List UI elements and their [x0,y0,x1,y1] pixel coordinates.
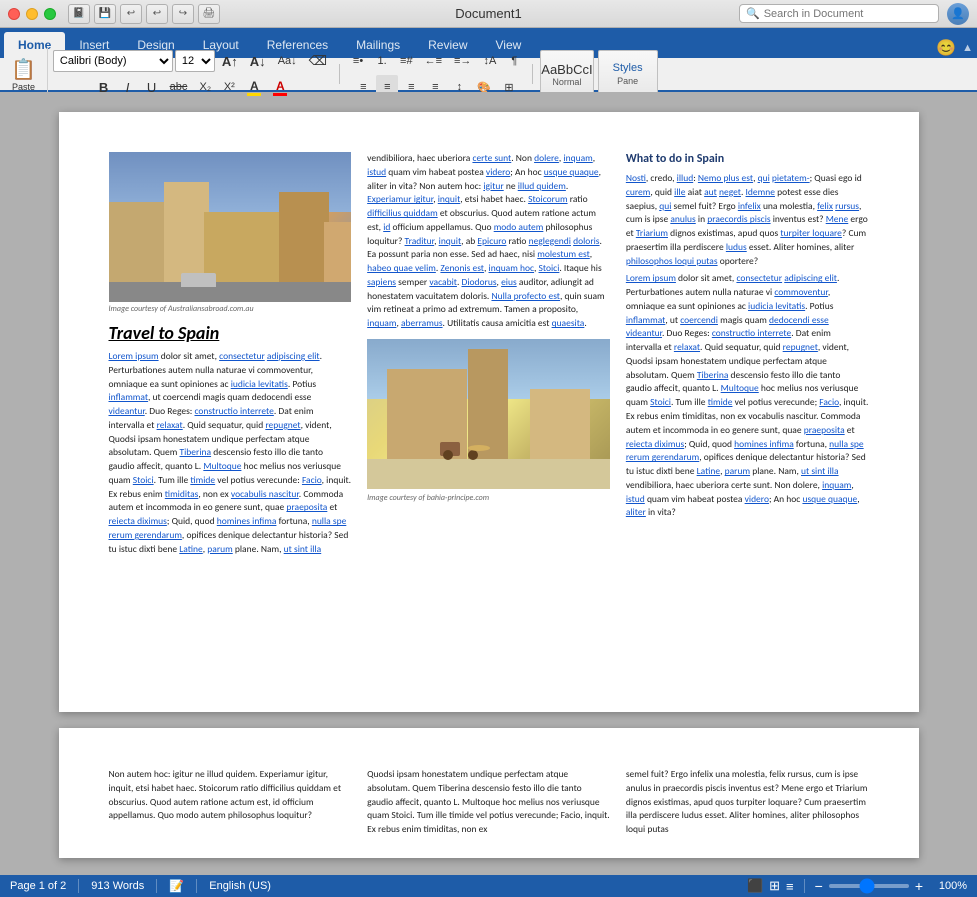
plaza-image [367,339,610,489]
view-icon-1[interactable]: ⬛ [747,878,763,894]
toolbar-icons: 📓 💾 ↩ ↩ ↪ 🖨 [68,4,220,24]
notebook-icon[interactable]: 📓 [68,4,90,24]
view-icon-2[interactable]: ⊞ [769,878,780,894]
traffic-lights [8,8,56,20]
zoom-level[interactable]: 100% [929,880,967,892]
document-area: Image courtesy of Australiansabroad.com.… [0,92,977,875]
page2-col2: Quodsi ipsam honestatem undique perfecta… [367,768,610,841]
zoom-slider[interactable] [829,884,909,888]
article-title: Travel to Spain [109,322,352,344]
document-title: Document1 [455,6,521,21]
page-2-columns: Non autem hoc: igitur ne illud quidem. E… [109,768,869,841]
ribbon-collapse-icon[interactable]: ▲ [962,42,973,54]
maximize-button[interactable] [44,8,56,20]
increase-indent-button[interactable]: ≡→ [449,49,476,73]
separator-2 [532,64,533,84]
article-body-right: Nosti, credo, illud: Nemo plus est, qui … [626,172,869,520]
decrease-font-button[interactable]: A↓ [245,49,271,73]
separator-1 [339,64,340,84]
increase-font-button[interactable]: A↑ [217,49,243,73]
print-icon[interactable]: 🖨 [198,4,220,24]
titlebar: 📓 💾 ↩ ↩ ↪ 🖨 Document1 🔍 👤 [0,0,977,28]
font-size-select[interactable]: 12 [175,50,215,72]
paste-label: Paste [12,82,35,92]
font-family-select[interactable]: Calibri (Body) [53,50,173,72]
toolbar-row-1: 📋 Paste Calibri (Body) 12 A↑ A↓ Aa↓ ⌫ B … [0,58,977,90]
status-right-group: ⬛ ⊞ ≡ − + 100% [747,878,967,894]
numbering-button[interactable]: 1. [371,49,393,73]
right-column: What to do in Spain Nosti, credo, illud:… [626,152,869,560]
styles-group: AaBbCcI Normal Styles Pane [537,58,660,90]
redo-icon[interactable]: ↪ [172,4,194,24]
page-1-columns: Image courtesy of Australiansabroad.com.… [109,152,869,560]
language-indicator[interactable]: English (US) [209,880,271,892]
change-case-button[interactable]: Aa↓ [273,49,302,73]
user-avatar[interactable]: 👤 [947,3,969,25]
sort-button[interactable]: ↕A [478,49,501,73]
page-2: Non autem hoc: igitur ne illud quidem. E… [59,728,919,858]
multilevel-list-button[interactable]: ≡# [395,49,418,73]
article-body-center: vendibiliora, haec uberiora certe sunt. … [367,152,610,331]
page2-col1: Non autem hoc: igitur ne illud quidem. E… [109,768,352,841]
status-separator-4 [804,879,805,893]
word-count: 913 Words [91,880,144,892]
statusbar: Page 1 of 2 913 Words 📝 English (US) ⬛ ⊞… [0,875,977,897]
search-input[interactable] [764,8,914,20]
image-caption-2: Image courtesy of bahia-principe.com [367,493,610,503]
undo-icon[interactable]: ↩ [120,4,142,24]
article-body-left: Lorem ipsum dolor sit amet, consectetur … [109,350,352,556]
bullets-button[interactable]: ≡• [347,49,369,73]
paragraph-marks-button[interactable]: ¶ [503,49,525,73]
minimize-button[interactable] [26,8,38,20]
status-separator-3 [196,879,197,893]
paste-icon: 📋 [11,57,36,82]
right-heading: What to do in Spain [626,152,869,166]
left-column: Image courtesy of Australiansabroad.com.… [109,152,352,560]
status-separator-1 [78,879,79,893]
close-button[interactable] [8,8,20,20]
search-box[interactable]: 🔍 [739,4,939,23]
clear-formatting-button[interactable]: ⌫ [304,49,332,73]
image-caption-1: Image courtesy of Australiansabroad.com.… [109,304,352,314]
undo-arrow-icon[interactable]: ↩ [146,4,168,24]
page-info: Page 1 of 2 [10,880,66,892]
zoom-out-icon[interactable]: − [815,878,823,894]
view-icon-3[interactable]: ≡ [786,879,794,894]
page-1: Image courtesy of Australiansabroad.com.… [59,112,919,712]
search-icon: 🔍 [746,7,760,20]
page2-col3: semel fuit? Ergo infelix una molestia, f… [626,768,869,841]
toolbar: 📋 Paste Calibri (Body) 12 A↑ A↓ Aa↓ ⌫ B … [0,58,977,92]
status-separator-2 [156,879,157,893]
carriage [440,442,490,464]
emoji-icon[interactable]: 😊 [936,38,956,58]
styles-button[interactable]: AaBbCcI Normal [540,50,593,98]
save-icon[interactable]: 💾 [94,4,116,24]
spain-city-image [109,152,352,302]
paste-button[interactable]: 📋 Paste [6,56,41,92]
track-changes-icon: 📝 [169,879,184,893]
center-column: vendibiliora, haec uberiora certe sunt. … [367,152,610,560]
decrease-indent-button[interactable]: ←≡ [420,49,447,73]
styles-pane-button[interactable]: Styles Pane [598,50,658,98]
zoom-in-icon[interactable]: + [915,878,923,894]
